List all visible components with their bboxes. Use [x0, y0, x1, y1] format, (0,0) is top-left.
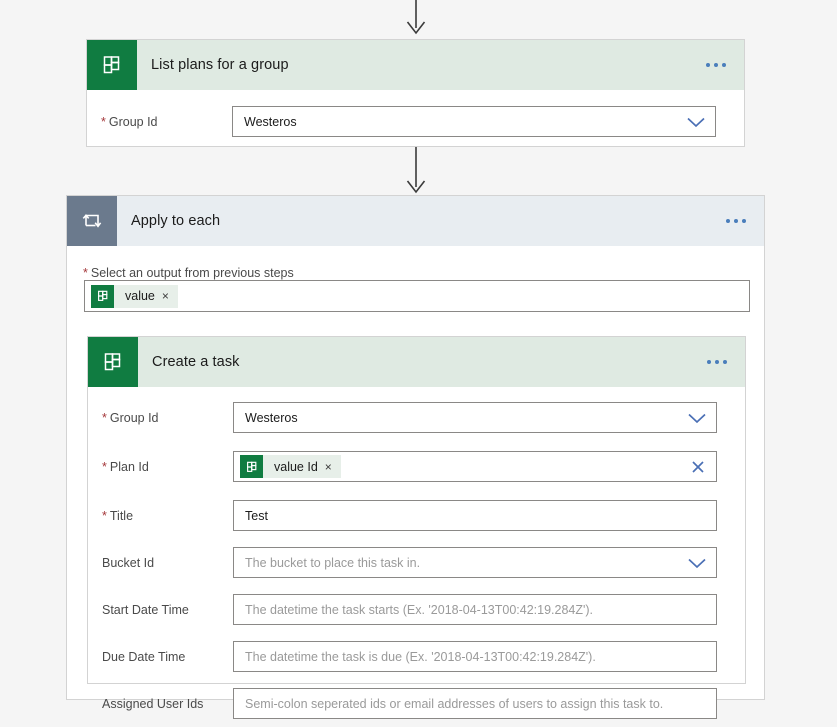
field-label-group-id: * Group Id	[102, 410, 159, 425]
dynamic-content-token[interactable]: value Id ×	[240, 455, 341, 478]
field-label-due-date-time: Due Date Time	[102, 649, 186, 664]
field-value: Westeros	[245, 410, 298, 425]
required-asterisk: *	[83, 266, 88, 280]
loop-icon	[67, 196, 117, 246]
field-input-plan-id[interactable]: value Id ×	[233, 451, 717, 482]
field-label-group-id: * Group Id	[101, 114, 158, 129]
required-asterisk: *	[101, 114, 106, 129]
field-row-plan-id: * Plan Id value Id ×	[88, 447, 745, 486]
field-input-group-id[interactable]: Westeros	[233, 402, 717, 433]
step-header-apply-to-each[interactable]: Apply to each	[67, 196, 764, 246]
chevron-down-icon[interactable]	[680, 556, 708, 570]
step-card-apply-to-each[interactable]: Apply to each * Select an output from pr…	[66, 195, 765, 719]
field-row-due-date-time: Due Date Time The datetime the task is d…	[88, 637, 745, 676]
field-input-start-date-time[interactable]: The datetime the task starts (Ex. '2018-…	[233, 594, 717, 625]
field-input-group-id[interactable]: Westeros	[232, 106, 716, 137]
more-commands-icon[interactable]	[726, 219, 746, 223]
step-header-create-task[interactable]: Create a task	[88, 337, 745, 387]
required-asterisk: *	[102, 410, 107, 425]
field-row-assigned-user-ids: Assigned User Ids Semi-colon seperated i…	[88, 684, 745, 723]
field-row-bucket-id: Bucket Id The bucket to place this task …	[88, 543, 745, 582]
planner-icon	[87, 40, 137, 90]
flow-designer-canvas: List plans for a group * Group Id Wester…	[0, 0, 837, 727]
field-label-assigned-user-ids: Assigned User Ids	[102, 696, 204, 711]
more-commands-icon[interactable]	[706, 63, 726, 67]
remove-token-icon[interactable]: ×	[162, 290, 178, 302]
field-input-title[interactable]: Test	[233, 500, 717, 531]
chevron-down-icon[interactable]	[680, 411, 708, 425]
field-row-group-id: * Group Id Westeros	[87, 90, 744, 141]
step-body-create-task: * Group Id Westeros * Plan Id value Id ×…	[88, 398, 745, 723]
step-card-create-task[interactable]: Create a task * Group Id Westeros * Plan…	[87, 336, 746, 719]
step-card-list-plans[interactable]: List plans for a group * Group Id Wester…	[86, 39, 745, 147]
step-title: Apply to each	[131, 213, 221, 229]
token-label: value	[125, 289, 155, 303]
step-body-list-plans: * Group Id Westeros	[87, 90, 744, 141]
field-placeholder: The datetime the task starts (Ex. '2018-…	[245, 602, 594, 617]
field-row-start-date-time: Start Date Time The datetime the task st…	[88, 590, 745, 629]
field-input-due-date-time[interactable]: The datetime the task is due (Ex. '2018-…	[233, 641, 717, 672]
more-commands-icon[interactable]	[707, 360, 727, 364]
field-row-group-id: * Group Id Westeros	[88, 398, 745, 437]
field-label-select-output: * Select an output from previous steps	[83, 266, 294, 280]
dynamic-content-token[interactable]: value ×	[91, 284, 178, 308]
planner-icon	[240, 455, 263, 478]
step-title: Create a task	[152, 354, 240, 370]
planner-icon	[91, 284, 114, 308]
step-header-list-plans[interactable]: List plans for a group	[87, 40, 744, 90]
field-input-select-output[interactable]: value ×	[84, 280, 750, 312]
field-placeholder: The bucket to place this task in.	[245, 555, 421, 570]
field-label-start-date-time: Start Date Time	[102, 602, 189, 617]
clear-icon[interactable]	[682, 459, 708, 475]
connector-arrow-middle	[406, 147, 426, 194]
chevron-down-icon[interactable]	[679, 115, 707, 129]
field-row-title: * Title Test	[88, 496, 745, 535]
required-asterisk: *	[102, 508, 107, 523]
field-value: Test	[245, 508, 268, 523]
field-input-bucket-id[interactable]: The bucket to place this task in.	[233, 547, 717, 578]
field-placeholder: Semi-colon seperated ids or email addres…	[245, 696, 664, 711]
field-value: Westeros	[244, 114, 297, 129]
field-label-bucket-id: Bucket Id	[102, 555, 155, 570]
remove-token-icon[interactable]: ×	[325, 461, 341, 473]
required-asterisk: *	[102, 459, 107, 474]
field-placeholder: The datetime the task is due (Ex. '2018-…	[245, 649, 596, 664]
field-input-assigned-user-ids[interactable]: Semi-colon seperated ids or email addres…	[233, 688, 717, 719]
planner-icon	[88, 337, 138, 387]
step-title: List plans for a group	[151, 57, 289, 73]
connector-arrow-top	[406, 0, 426, 35]
token-label: value Id	[274, 459, 318, 474]
field-label-title: * Title	[102, 508, 134, 523]
field-label-plan-id: * Plan Id	[102, 459, 149, 474]
